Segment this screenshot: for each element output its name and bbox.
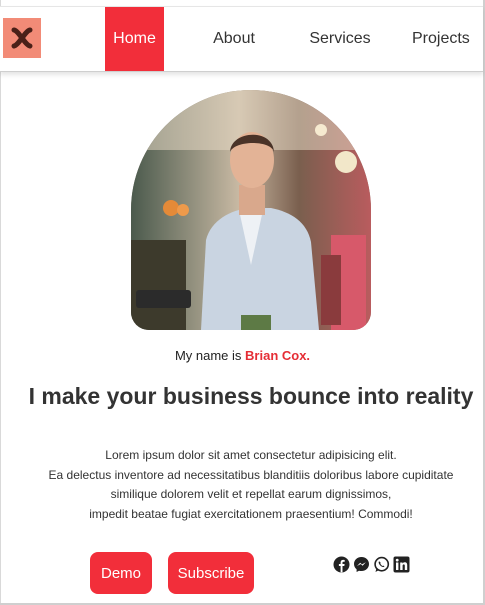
whatsapp-icon[interactable] — [373, 556, 390, 573]
intro-text: My name is Brian Cox. — [0, 348, 485, 363]
description-line: Lorem ipsum dolor sit amet consectetur a… — [105, 448, 397, 462]
demo-button[interactable]: Demo — [90, 552, 152, 594]
description-line: Ea delectus inventore ad necessitatibus … — [48, 467, 454, 482]
nav-services[interactable]: Services — [300, 7, 380, 71]
description-line: impedit beatae fugiat exercitationem pra… — [89, 506, 413, 521]
description-line: similique dolorem velit et repellat earu… — [110, 487, 392, 501]
person-name: Brian Cox. — [245, 348, 311, 363]
nav-about[interactable]: About — [200, 7, 268, 71]
messenger-icon[interactable] — [353, 556, 370, 573]
subscribe-button[interactable]: Subscribe — [168, 552, 254, 594]
profile-photo — [131, 90, 371, 330]
linkedin-icon[interactable] — [393, 556, 410, 573]
headline: I make your business bounce into reality — [28, 383, 474, 409]
intro-prefix: My name is — [174, 348, 246, 363]
nav-projects[interactable]: Projects — [412, 7, 483, 71]
navbar: Home About Services Projects — [0, 6, 483, 72]
description-paragraph: Lorem ipsum dolor sit amet consectetur a… — [0, 446, 485, 524]
social-links — [333, 556, 410, 573]
facebook-icon[interactable] — [333, 556, 350, 573]
nav-home[interactable]: Home — [105, 7, 164, 71]
x-logo-icon[interactable] — [3, 18, 41, 58]
